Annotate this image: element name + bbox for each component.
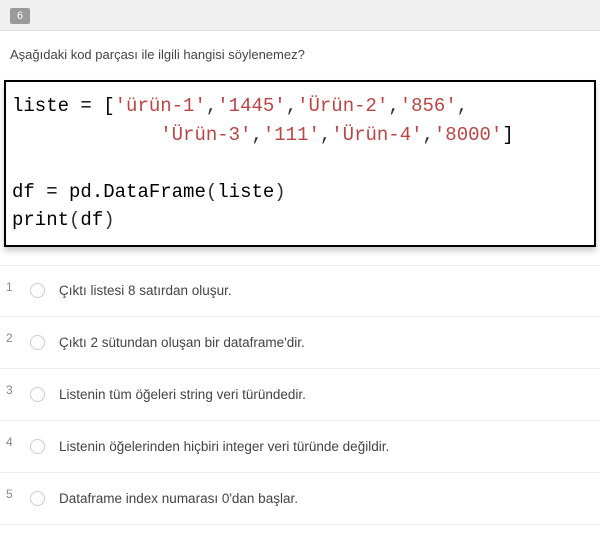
answer-number: 3 [6, 383, 30, 397]
code-token: ] [502, 124, 513, 146]
answer-option[interactable]: 4 Listenin öğelerinden hiçbiri integer v… [0, 421, 600, 473]
answer-text: Listenin öğelerinden hiçbiri integer ver… [59, 439, 389, 454]
code-token: liste [12, 95, 69, 117]
answer-option[interactable]: 1 Çıktı listesi 8 satırdan oluşur. [0, 265, 600, 317]
radio-icon[interactable] [30, 439, 45, 454]
code-string: '111' [263, 124, 320, 146]
question-text: Aşağıdaki kod parçası ile ilgili hangisi… [0, 31, 600, 80]
code-token: ( [69, 209, 80, 231]
code-token: , [320, 124, 331, 146]
question-header: 6 [0, 0, 600, 31]
code-token: pd.DataFrame [69, 181, 206, 203]
code-blank-line [12, 152, 23, 174]
code-token: ) [103, 209, 114, 231]
code-token: df [12, 181, 35, 203]
code-string: 'Ürün-4' [331, 124, 422, 146]
code-string: 'Ürün-2' [297, 95, 388, 117]
code-token: , [388, 95, 399, 117]
code-token: , [251, 124, 262, 146]
code-token: = [35, 181, 69, 203]
answer-number: 4 [6, 435, 30, 449]
answers-list: 1 Çıktı listesi 8 satırdan oluşur. 2 Çık… [0, 265, 600, 525]
answer-number: 5 [6, 487, 30, 501]
code-block: liste = ['ürün-1','1445','Ürün-2','856',… [4, 80, 596, 247]
answer-text: Çıktı 2 sütundan oluşan bir dataframe'di… [59, 335, 305, 350]
code-token: , [286, 95, 297, 117]
answer-text: Çıktı listesi 8 satırdan oluşur. [59, 283, 232, 298]
code-token: = [69, 95, 103, 117]
code-token [12, 124, 160, 146]
answer-option[interactable]: 5 Dataframe index numarası 0'dan başlar. [0, 473, 600, 525]
code-token: print [12, 209, 69, 231]
code-string: '8000' [434, 124, 502, 146]
code-string: '856' [400, 95, 457, 117]
code-token: df [80, 209, 103, 231]
answer-number: 1 [6, 280, 30, 294]
code-token: ( [206, 181, 217, 203]
radio-icon[interactable] [30, 335, 45, 350]
answer-number: 2 [6, 331, 30, 345]
radio-icon[interactable] [30, 283, 45, 298]
code-token: [ [103, 95, 114, 117]
code-token: ) [274, 181, 285, 203]
radio-icon[interactable] [30, 491, 45, 506]
code-token: , [423, 124, 434, 146]
code-string: 'Ürün-3' [160, 124, 251, 146]
question-number-badge: 6 [10, 8, 30, 24]
answer-text: Dataframe index numarası 0'dan başlar. [59, 491, 298, 506]
code-string: '1445' [217, 95, 285, 117]
code-string: 'ürün-1' [115, 95, 206, 117]
code-token: , [457, 95, 468, 117]
answer-option[interactable]: 3 Listenin tüm öğeleri string veri türün… [0, 369, 600, 421]
answer-text: Listenin tüm öğeleri string veri türünde… [59, 387, 306, 402]
code-token: , [206, 95, 217, 117]
answer-option[interactable]: 2 Çıktı 2 sütundan oluşan bir dataframe'… [0, 317, 600, 369]
code-token: liste [217, 181, 274, 203]
radio-icon[interactable] [30, 387, 45, 402]
